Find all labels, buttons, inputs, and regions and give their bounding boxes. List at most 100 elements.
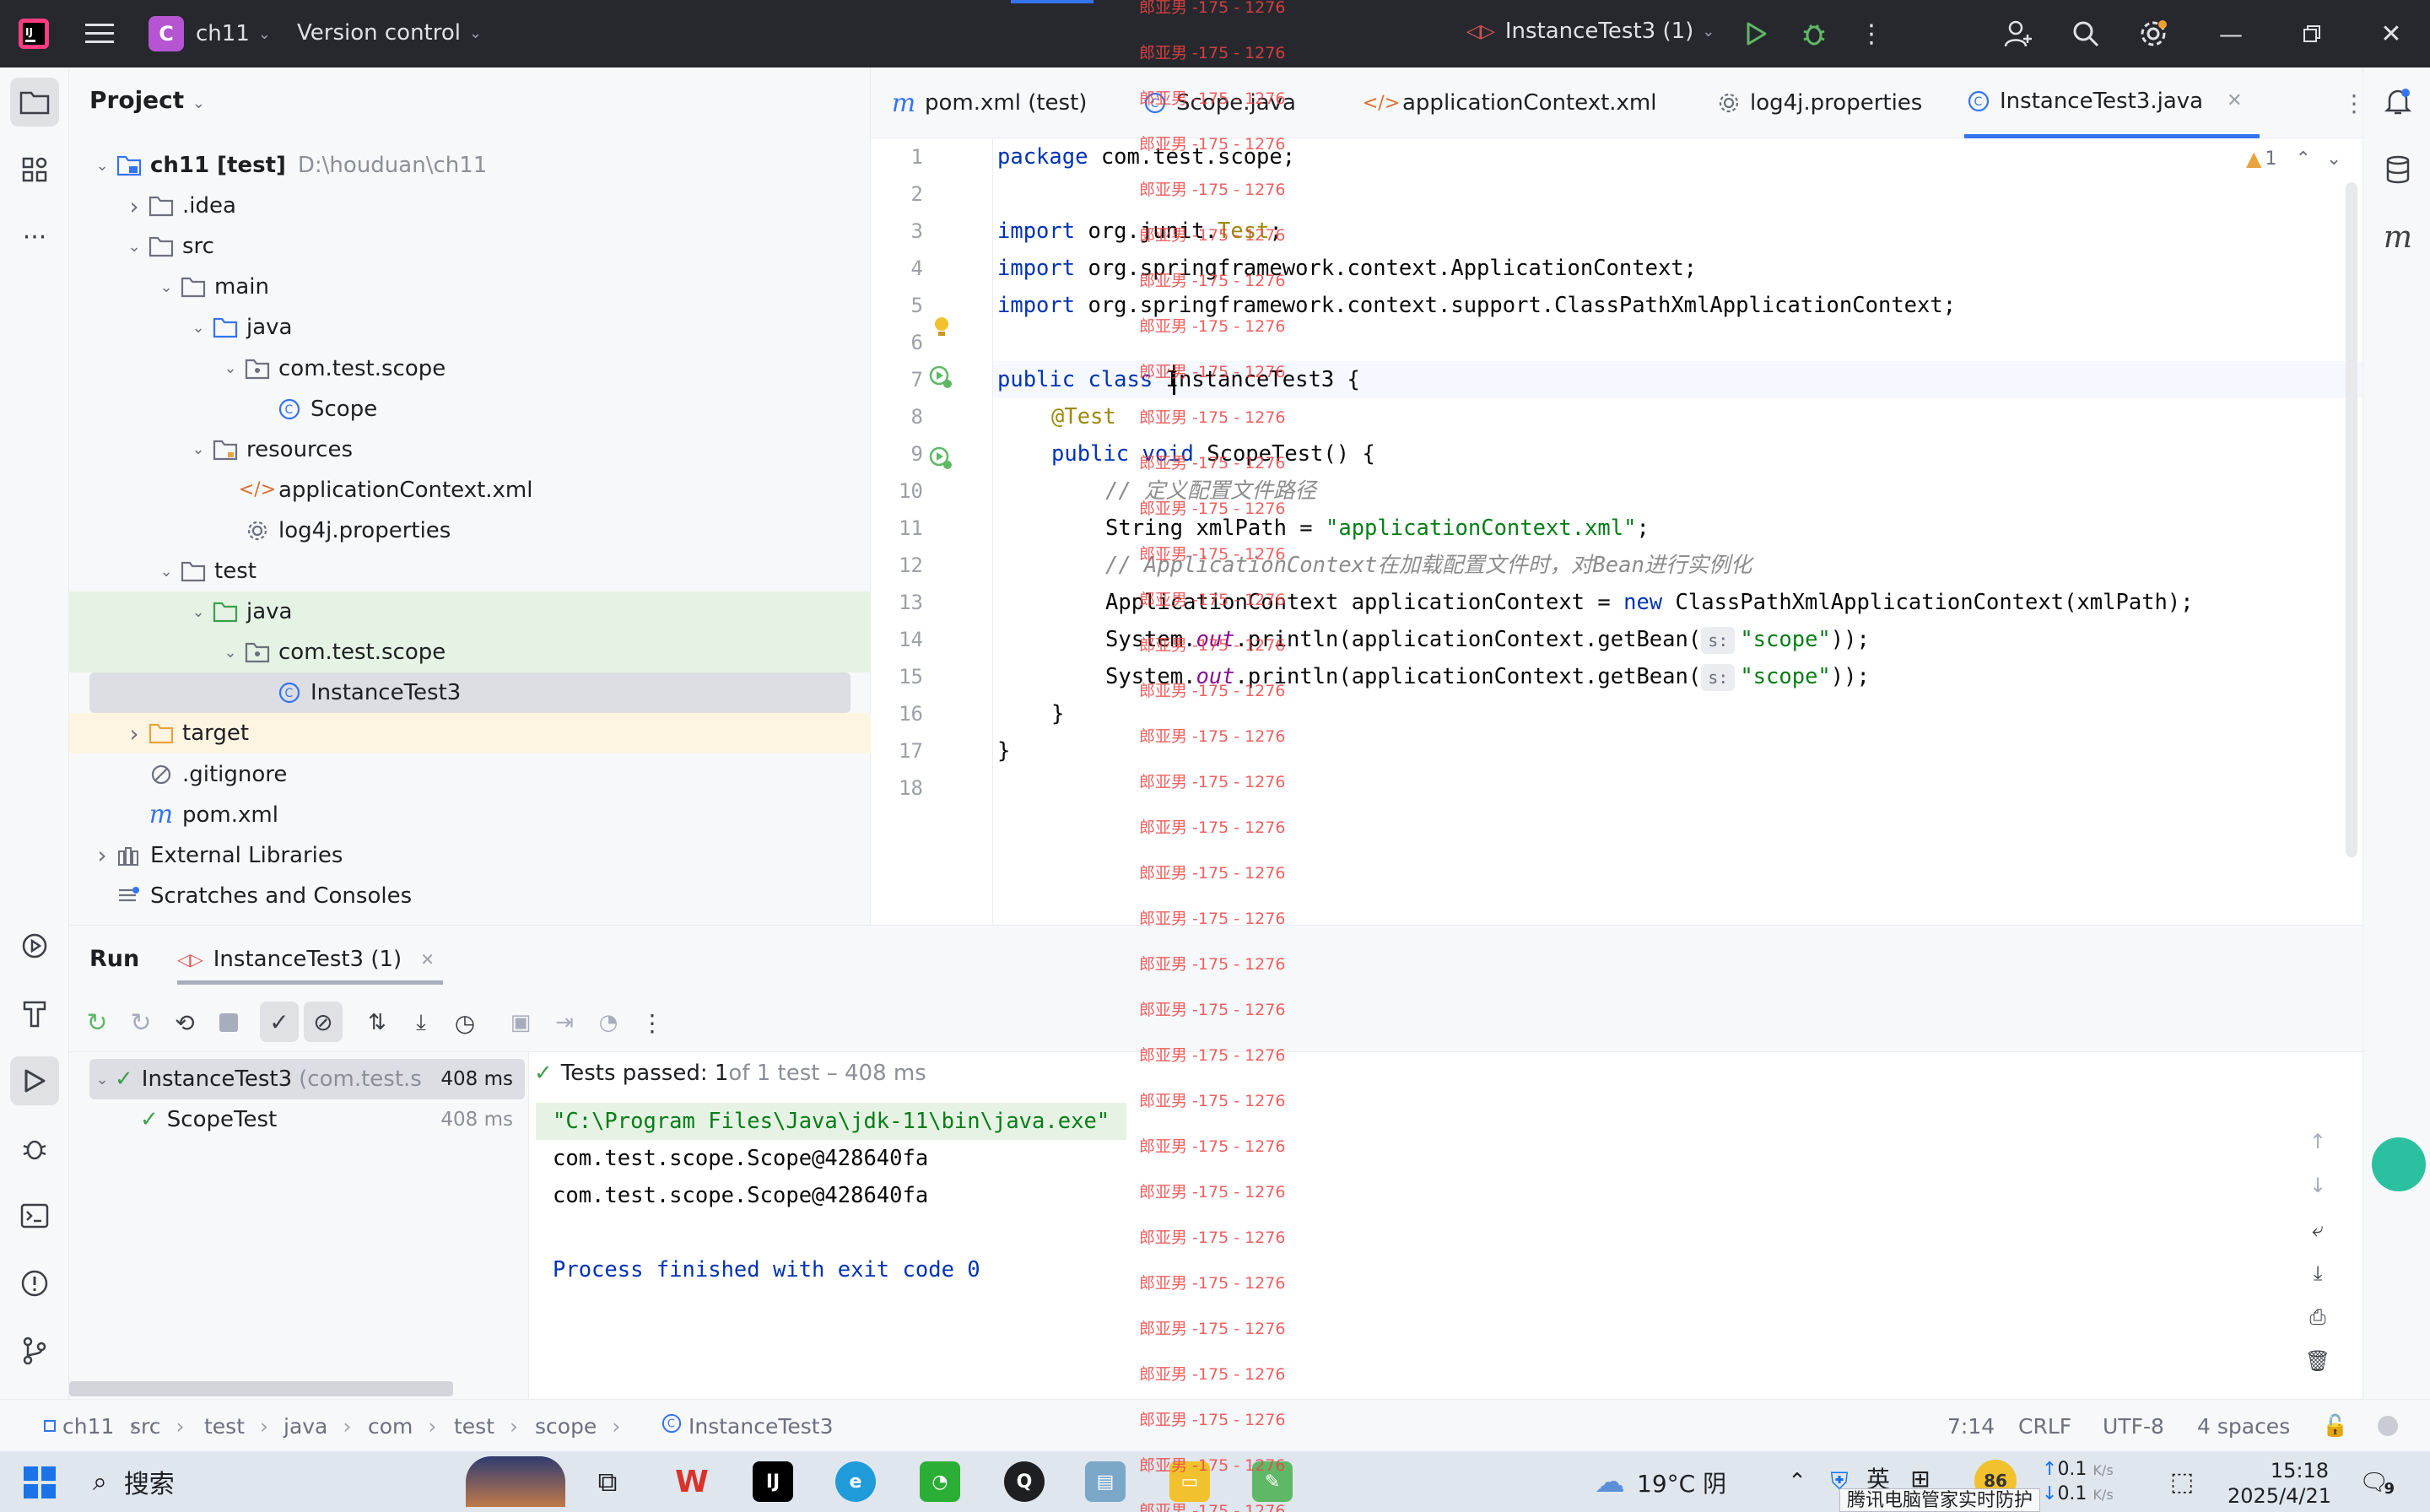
debug-tool-icon[interactable] <box>10 1124 59 1173</box>
tree-item[interactable]: ⌄ src <box>69 226 871 267</box>
line-number[interactable]: 2 <box>871 176 923 213</box>
tree-item[interactable]: </> applicationContext.xml <box>69 470 871 510</box>
breadcrumb-item[interactable]: test › <box>454 1400 518 1452</box>
chevron-down-icon[interactable]: ⌄ <box>186 319 211 337</box>
tree-item[interactable]: › target <box>69 713 871 754</box>
line-number[interactable]: 15 <box>871 658 923 695</box>
console-output[interactable]: ✓ Tests passed: 1 of 1 test – 408 ms "C:… <box>529 1052 2362 1400</box>
chevron-down-icon[interactable]: ⌄ <box>2326 148 2341 170</box>
lock-icon[interactable]: 🔓 <box>2322 1400 2348 1452</box>
line-number[interactable]: 5 <box>871 287 923 324</box>
intellij-logo-icon[interactable]: IJ <box>15 15 52 52</box>
line-number[interactable]: 4 <box>871 250 923 287</box>
tree-item[interactable]: C Scope <box>69 389 871 429</box>
tree-item[interactable]: ⌄ test <box>69 551 871 591</box>
tree-item[interactable]: log4j.properties <box>69 510 871 551</box>
project-tool-icon[interactable] <box>10 78 59 127</box>
wechat-icon[interactable]: ◔ <box>920 1461 960 1502</box>
show-passed-icon[interactable]: ✓ <box>260 1002 299 1042</box>
line-number[interactable]: 9 <box>871 435 923 472</box>
line-number[interactable]: 17 <box>871 732 923 770</box>
close-window-icon[interactable]: ✕ <box>2371 17 2411 51</box>
notepad-icon[interactable]: ▤ <box>1085 1461 1126 1502</box>
soft-wrap-icon[interactable]: ⤶ <box>2301 1212 2335 1246</box>
project-selector[interactable]: C ch11 ⌄ <box>148 16 271 51</box>
line-number[interactable]: 8 <box>871 398 923 435</box>
terminal-tool-icon[interactable] <box>10 1191 59 1240</box>
line-number[interactable]: 18 <box>871 770 923 807</box>
caret-position[interactable]: 7:14 <box>1947 1400 1995 1452</box>
run-config-selector[interactable]: ◁▷ InstanceTest3 (1) ⌄ <box>1466 19 1714 44</box>
rerun-icon[interactable]: ↻ <box>79 1005 115 1040</box>
test-row-class[interactable]: ⌄ ✓ InstanceTest3 (com.test.s 408 ms <box>89 1059 525 1099</box>
show-ignored-icon[interactable]: ⊘ <box>304 1002 343 1042</box>
history-icon[interactable]: ◷ <box>447 1005 483 1040</box>
maven-tool-icon[interactable]: m <box>2373 213 2422 262</box>
build-tool-icon[interactable] <box>10 989 59 1038</box>
tab-pom-xml[interactable]: m pom.xml (test) <box>889 68 1088 138</box>
breadcrumb-item[interactable]: java › <box>284 1400 351 1452</box>
run-tool-icon[interactable] <box>10 1056 59 1105</box>
tree-item[interactable]: ⌄ java <box>69 591 871 633</box>
tree-item[interactable]: ⌄ resources <box>69 429 871 470</box>
line-number[interactable]: 13 <box>871 584 923 621</box>
restore-window-icon[interactable] <box>2292 17 2332 51</box>
assistant-bubble-icon[interactable] <box>2372 1137 2426 1191</box>
chevron-down-icon[interactable]: ⌄ <box>154 278 179 296</box>
debug-icon[interactable] <box>1797 17 1831 51</box>
scroll-down-icon[interactable]: ↓ <box>2301 1169 2335 1202</box>
problems-tool-icon[interactable] <box>10 1259 59 1308</box>
stop-icon[interactable] <box>211 1005 246 1040</box>
git-tool-icon[interactable] <box>10 1326 59 1375</box>
toggle-auto-test-icon[interactable]: ⟲ <box>167 1005 202 1040</box>
test-tree-scrollbar[interactable] <box>69 1381 453 1396</box>
services-tool-icon[interactable] <box>10 921 59 970</box>
breadcrumb-item[interactable]: test › <box>204 1400 268 1452</box>
add-user-icon[interactable] <box>2000 15 2037 52</box>
more-actions-icon[interactable]: ⋮ <box>1855 17 1888 51</box>
breadcrumb-item[interactable]: scope › <box>535 1400 620 1452</box>
line-number[interactable]: 12 <box>871 547 923 584</box>
line-separator[interactable]: CRLF <box>2018 1400 2071 1452</box>
display-icon[interactable]: ⬚ <box>2163 1463 2200 1500</box>
notification-center-icon[interactable]: 🗨 9 <box>2359 1463 2410 1500</box>
line-number[interactable]: 14 <box>871 621 923 658</box>
coverage-icon[interactable]: ◔ <box>591 1005 626 1040</box>
close-tab-icon[interactable]: ✕ <box>420 949 435 969</box>
code-editor[interactable]: package com.test.scope; import org.junit… <box>994 138 2357 925</box>
tray-expand-icon[interactable]: ⌃ <box>1780 1465 1814 1498</box>
minimize-window-icon[interactable]: — <box>2211 17 2251 51</box>
main-menu-icon[interactable] <box>81 17 118 51</box>
tabs-more-icon[interactable]: ⋮ <box>2339 86 2369 120</box>
rerun-failed-icon[interactable]: ↻ <box>123 1005 159 1040</box>
database-tool-icon[interactable] <box>2373 145 2422 194</box>
tree-item[interactable]: ⌄ ch11 [test] D:\houduan\ch11 <box>69 145 871 186</box>
settings-gear-icon[interactable] <box>2135 15 2172 52</box>
breadcrumb-item[interactable]: C InstanceTest3 <box>662 1400 833 1452</box>
tree-item[interactable]: C InstanceTest3 <box>89 672 850 714</box>
status-dot-icon[interactable] <box>2378 1400 2398 1452</box>
line-number[interactable]: 7 <box>871 361 923 398</box>
tree-item[interactable]: ⌄ com.test.scope <box>69 348 871 389</box>
scroll-to-end-icon[interactable]: ⤓ <box>2301 1256 2335 1290</box>
qq-icon[interactable]: Q <box>1004 1461 1045 1502</box>
line-number[interactable]: 1 <box>871 138 923 176</box>
tree-item[interactable]: m pom.xml <box>69 795 871 835</box>
tab-log4j-properties[interactable]: log4j.properties <box>1714 68 1922 138</box>
chevron-up-icon[interactable]: ⌃ <box>2295 148 2310 170</box>
run-icon[interactable] <box>1740 17 1774 51</box>
task-view-icon[interactable]: ⧉ <box>587 1461 628 1502</box>
breadcrumb-item[interactable]: com › <box>368 1400 436 1452</box>
export-icon[interactable]: ⇥ <box>547 1005 582 1040</box>
windows-start-icon[interactable] <box>24 1466 56 1502</box>
clear-trash-icon[interactable]: 🗑 <box>2301 1344 2335 1378</box>
scroll-up-icon[interactable]: ↑ <box>2301 1125 2335 1158</box>
run-test-class-gutter-icon[interactable] <box>928 364 953 393</box>
chevron-down-icon[interactable]: ⌄ <box>89 157 115 175</box>
editor-scrollbar[interactable] <box>2346 182 2357 857</box>
tab-instance-test3-java[interactable]: C InstanceTest3.java ✕ <box>1964 68 2260 138</box>
chevron-down-icon[interactable]: ⌄ <box>218 359 243 377</box>
close-tab-icon[interactable]: ✕ <box>2227 90 2242 111</box>
line-number[interactable]: 6 <box>871 324 923 361</box>
tab-application-context-xml[interactable]: </> applicationContext.xml <box>1363 68 1657 138</box>
